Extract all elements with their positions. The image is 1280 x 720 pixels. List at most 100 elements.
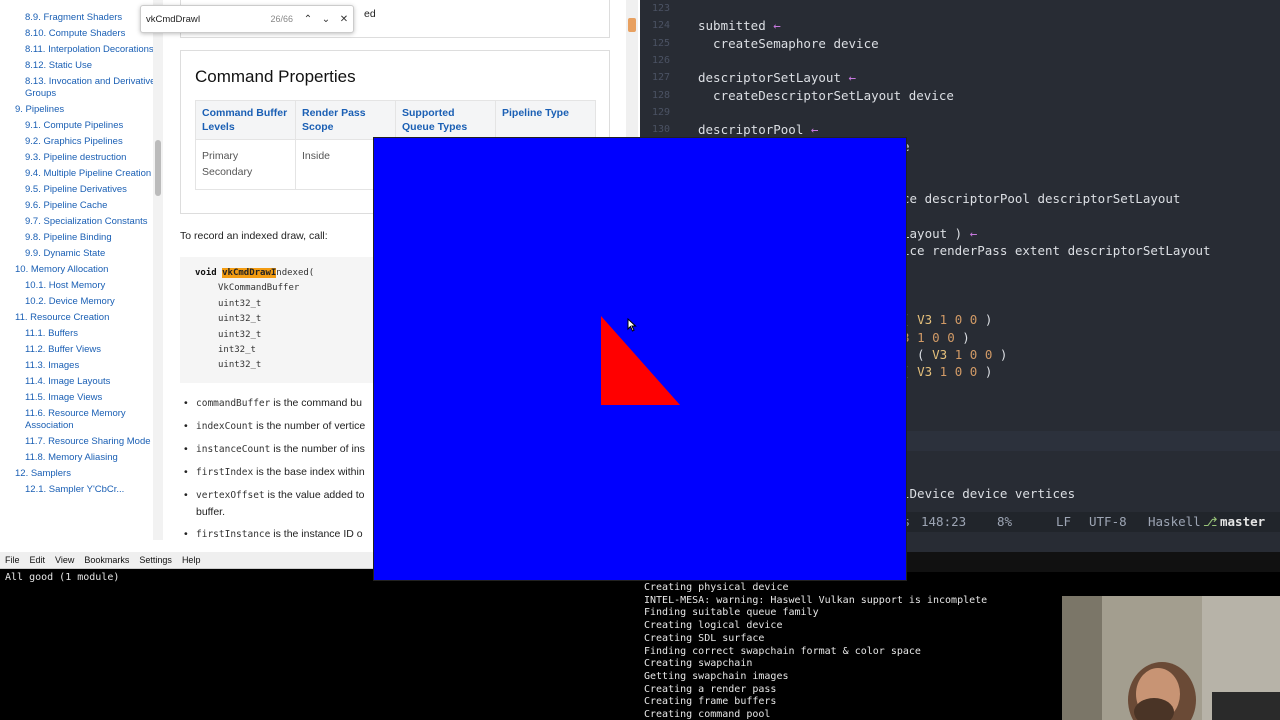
webcam-overlay [1062, 596, 1280, 720]
line-ending: LF [1056, 514, 1072, 529]
menu-settings[interactable]: Settings [139, 555, 172, 565]
toc-link[interactable]: 11.7. Resource Sharing Mode [0, 434, 162, 450]
major-mode: Haskell [1148, 514, 1201, 529]
parameter-name: firstIndex [196, 467, 254, 478]
toc-link[interactable]: 8.10. Compute Shaders [0, 26, 162, 42]
toc-link[interactable]: 11.1. Buffers [0, 326, 162, 342]
toc-link[interactable]: 9.6. Pipeline Cache [0, 198, 162, 214]
clear-color-background [374, 138, 906, 580]
toc-link[interactable]: 9.7. Specialization Constants [0, 214, 162, 230]
toc-link[interactable]: 9.5. Pipeline Derivatives [0, 182, 162, 198]
code-line-fragment[interactable]: ce descriptorPool descriptorSetLayout [902, 191, 1180, 206]
line-number: 126 [652, 54, 671, 66]
parameter-name: firstInstance [196, 529, 271, 540]
top-fragment: ed [364, 8, 376, 20]
find-next-button[interactable]: ⌄ [317, 14, 335, 25]
git-branch: master [1220, 514, 1266, 529]
toc-link[interactable]: 10.2. Device Memory [0, 294, 162, 310]
code-line[interactable]: submitted ← [698, 18, 781, 33]
find-match-count: 26/66 [270, 14, 293, 24]
table-cell: Primary Secondary [195, 139, 296, 190]
toc-link[interactable]: 9.4. Multiple Pipeline Creation [0, 166, 162, 182]
toc-link[interactable]: 9.9. Dynamic State [0, 246, 162, 262]
toc-link[interactable]: 9.2. Graphics Pipelines [0, 134, 162, 150]
line-number: 130 [652, 124, 671, 136]
scroll-percent: 8% [997, 514, 1013, 529]
table-header: Render Pass Scope [295, 100, 396, 140]
toc-link[interactable]: 8.13. Invocation and Derivative Groups [0, 74, 162, 102]
menu-view[interactable]: View [55, 555, 74, 565]
toc-scrollbar-thumb[interactable] [155, 140, 161, 196]
menu-edit[interactable]: Edit [30, 555, 46, 565]
toc-link[interactable]: 9. Pipelines [0, 102, 162, 118]
encoding: UTF-8 [1089, 514, 1127, 529]
parameter-description: is the command bu [270, 397, 362, 409]
find-prev-button[interactable]: ⌃ [299, 14, 317, 25]
toc-link[interactable]: 9.1. Compute Pipelines [0, 118, 162, 134]
parameter-name: vertexOffset [196, 490, 265, 501]
menu-bookmarks[interactable]: Bookmarks [84, 555, 129, 565]
code-line[interactable]: descriptorSetLayout ← [698, 70, 856, 85]
toc-sidebar: 8.9. Fragment Shaders 8.10. Compute Shade… [0, 0, 163, 540]
toc-link[interactable]: 11.8. Memory Aliasing [0, 450, 162, 466]
code-line-fragment[interactable]: ) ( V3 1 0 0 ) [902, 347, 1007, 362]
toc-link[interactable]: 9.3. Pipeline destruction [0, 150, 162, 166]
parameter-description: is the value added to [264, 489, 365, 501]
sdl-vulkan-window[interactable] [373, 137, 907, 581]
line-number: 125 [652, 37, 671, 49]
toc-link[interactable]: 8.9. Fragment Shaders [0, 10, 162, 26]
table-header: Supported Queue Types [395, 100, 496, 140]
parameter-name: instanceCount [196, 444, 271, 455]
line-number: 123 [652, 3, 671, 14]
find-close-button[interactable]: ✕ [335, 14, 353, 25]
parameter-description: is the number of ins [270, 443, 365, 455]
table-header: Command Buffer Levels [195, 100, 296, 140]
toc-link[interactable]: 11.5. Image Views [0, 390, 162, 406]
toc-link[interactable]: 11.3. Images [0, 358, 162, 374]
code-line-fragment[interactable]: Layout ) ← [902, 226, 977, 241]
parameter-description: is the number of vertice [253, 420, 366, 432]
code-line-fragment[interactable]: lDevice device vertices [902, 486, 1075, 501]
code-line[interactable]: descriptorPool ← [698, 122, 818, 137]
git-branch-icon: ⎇ [1203, 514, 1218, 529]
mouse-pointer-icon [627, 318, 637, 332]
menu-file[interactable]: File [5, 555, 20, 565]
code-line[interactable]: createDescriptorSetLayout device [698, 88, 954, 103]
toc-link[interactable]: 11.6. Resource Memory Association [0, 406, 162, 434]
toc-link[interactable]: 12.1. Sampler Y'CbCr... [0, 482, 162, 498]
table-header: Pipeline Type [495, 100, 596, 140]
code-line-fragment[interactable]: ice renderPass extent descriptorSetLayou… [902, 243, 1211, 258]
toc-link[interactable]: 11.4. Image Layouts [0, 374, 162, 390]
parameter-name: indexCount [196, 421, 254, 432]
menu-help[interactable]: Help [182, 555, 201, 565]
code-line[interactable]: createSemaphore device [698, 36, 879, 51]
toc-link[interactable]: 11. Resource Creation [0, 310, 162, 326]
code-line-fragment[interactable]: 3 1 0 0 ) [902, 330, 970, 345]
render-surface [374, 138, 906, 580]
toc-link[interactable]: 10. Memory Allocation [0, 262, 162, 278]
log-line: Creating physical device [644, 582, 789, 593]
toc-scrollbar[interactable] [153, 0, 163, 540]
toc-link[interactable]: 10.1. Host Memory [0, 278, 162, 294]
parameter-description: buffer. [196, 506, 225, 518]
parameter-description: is the base index within [253, 466, 365, 478]
toc-link[interactable]: 11.2. Buffer Views [0, 342, 162, 358]
code-keyword: void [195, 268, 217, 278]
find-input[interactable]: vkCmdDrawI [141, 14, 270, 25]
toc-link[interactable]: 9.8. Pipeline Binding [0, 230, 162, 246]
toc-link[interactable]: 8.11. Interpolation Decorations [0, 42, 162, 58]
code-line-fragment[interactable]: ( V3 1 0 0 ) [902, 364, 992, 379]
intro-text: To record an indexed draw, call: [180, 230, 328, 242]
toc-link[interactable]: 8.12. Static Use [0, 58, 162, 74]
parameter-description: is the instance ID o [270, 528, 363, 540]
code-fn-rest: ndexed( [276, 268, 315, 278]
code-line-fragment[interactable]: ( V3 1 0 0 ) [902, 312, 992, 327]
line-number: 127 [652, 72, 671, 84]
parameter-name: commandBuffer [196, 398, 271, 409]
section-title: Command Properties [195, 67, 356, 86]
document-scrollbar-thumb[interactable] [628, 18, 636, 32]
cursor-position: 148:23 [921, 514, 967, 529]
line-number: 124 [652, 20, 671, 32]
line-number: 128 [652, 89, 671, 101]
toc-link[interactable]: 12. Samplers [0, 466, 162, 482]
